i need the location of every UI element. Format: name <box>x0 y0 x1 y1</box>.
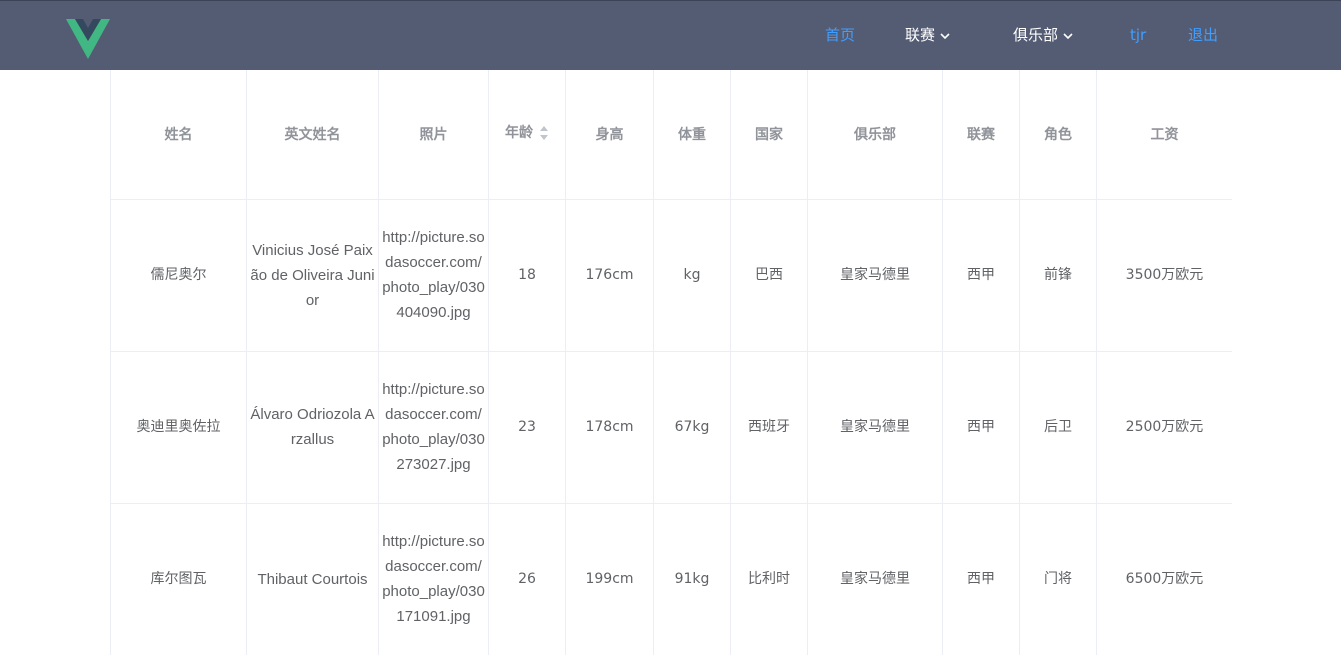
table-row[interactable]: 库尔图瓦 Thibaut Courtois http://picture.sod… <box>110 503 1232 655</box>
cell-salary: 3500万欧元 <box>1096 199 1232 352</box>
cell-photo-url: http://picture.sodasoccer.com/photo_play… <box>378 503 489 655</box>
nav-user-link[interactable]: tjr <box>1130 25 1146 45</box>
cell-role: 门将 <box>1019 503 1097 655</box>
nav-logout-link[interactable]: 退出 <box>1188 25 1218 45</box>
col-header-salary: 工资 <box>1096 70 1232 200</box>
col-header-country: 国家 <box>730 70 808 200</box>
players-table-container: 姓名 英文姓名 照片 年龄 身高 体重 国家 俱乐部 联赛 角色 工资 儒尼奥尔… <box>110 70 1232 655</box>
sort-caret-icon[interactable] <box>539 125 549 141</box>
cell-weight: 91kg <box>653 503 731 655</box>
cell-league: 西甲 <box>942 503 1020 655</box>
cell-club: 皇家马德里 <box>807 503 943 655</box>
cell-country: 西班牙 <box>730 351 808 504</box>
cell-english-name: Vinicius José Paixão de Oliveira Junior <box>246 199 379 352</box>
chevron-down-icon <box>1063 32 1073 39</box>
players-table: 姓名 英文姓名 照片 年龄 身高 体重 国家 俱乐部 联赛 角色 工资 儒尼奥尔… <box>110 70 1232 655</box>
cell-club: 皇家马德里 <box>807 199 943 352</box>
cell-photo-url: http://picture.sodasoccer.com/photo_play… <box>378 199 489 352</box>
cell-name: 库尔图瓦 <box>110 503 247 655</box>
vue-logo-icon[interactable] <box>66 19 110 59</box>
nav-club-label: 俱乐部 <box>1013 26 1059 44</box>
col-header-english-name: 英文姓名 <box>246 70 379 200</box>
table-header-row: 姓名 英文姓名 照片 年龄 身高 体重 国家 俱乐部 联赛 角色 工资 <box>110 70 1232 200</box>
cell-height: 178cm <box>565 351 654 504</box>
nav-club-dropdown[interactable]: 俱乐部 <box>1013 25 1073 45</box>
cell-age: 26 <box>488 503 566 655</box>
col-header-league: 联赛 <box>942 70 1020 200</box>
cell-name: 奥迪里奥佐拉 <box>110 351 247 504</box>
nav-league-label: 联赛 <box>905 26 936 44</box>
cell-height: 199cm <box>565 503 654 655</box>
cell-club: 皇家马德里 <box>807 351 943 504</box>
cell-photo-url: http://picture.sodasoccer.com/photo_play… <box>378 351 489 504</box>
top-navbar: 首页 联赛 俱乐部 tjr 退出 <box>0 0 1341 70</box>
cell-weight: 67kg <box>653 351 731 504</box>
cell-salary: 6500万欧元 <box>1096 503 1232 655</box>
nav-home-link[interactable]: 首页 <box>825 25 855 45</box>
cell-english-name: Thibaut Courtois <box>246 503 379 655</box>
cell-role: 前锋 <box>1019 199 1097 352</box>
col-header-height: 身高 <box>565 70 654 200</box>
cell-age: 18 <box>488 199 566 352</box>
cell-height: 176cm <box>565 199 654 352</box>
cell-league: 西甲 <box>942 199 1020 352</box>
cell-country: 比利时 <box>730 503 808 655</box>
col-header-role: 角色 <box>1019 70 1097 200</box>
cell-weight: kg <box>653 199 731 352</box>
cell-league: 西甲 <box>942 351 1020 504</box>
table-row[interactable]: 儒尼奥尔 Vinicius José Paixão de Oliveira Ju… <box>110 199 1232 352</box>
table-row[interactable]: 奥迪里奥佐拉 Álvaro Odriozola Arzallus http://… <box>110 351 1232 504</box>
chevron-down-icon <box>940 32 950 39</box>
col-header-age: 年龄 <box>505 125 533 142</box>
cell-country: 巴西 <box>730 199 808 352</box>
col-header-club: 俱乐部 <box>807 70 943 200</box>
col-header-weight: 体重 <box>653 70 731 200</box>
nav-league-dropdown[interactable]: 联赛 <box>905 25 950 45</box>
cell-name: 儒尼奥尔 <box>110 199 247 352</box>
col-header-photo: 照片 <box>378 70 489 200</box>
cell-english-name: Álvaro Odriozola Arzallus <box>246 351 379 504</box>
cell-age: 23 <box>488 351 566 504</box>
col-header-name: 姓名 <box>110 70 247 200</box>
cell-salary: 2500万欧元 <box>1096 351 1232 504</box>
cell-role: 后卫 <box>1019 351 1097 504</box>
col-header-age-sortable[interactable]: 年龄 <box>488 70 566 200</box>
